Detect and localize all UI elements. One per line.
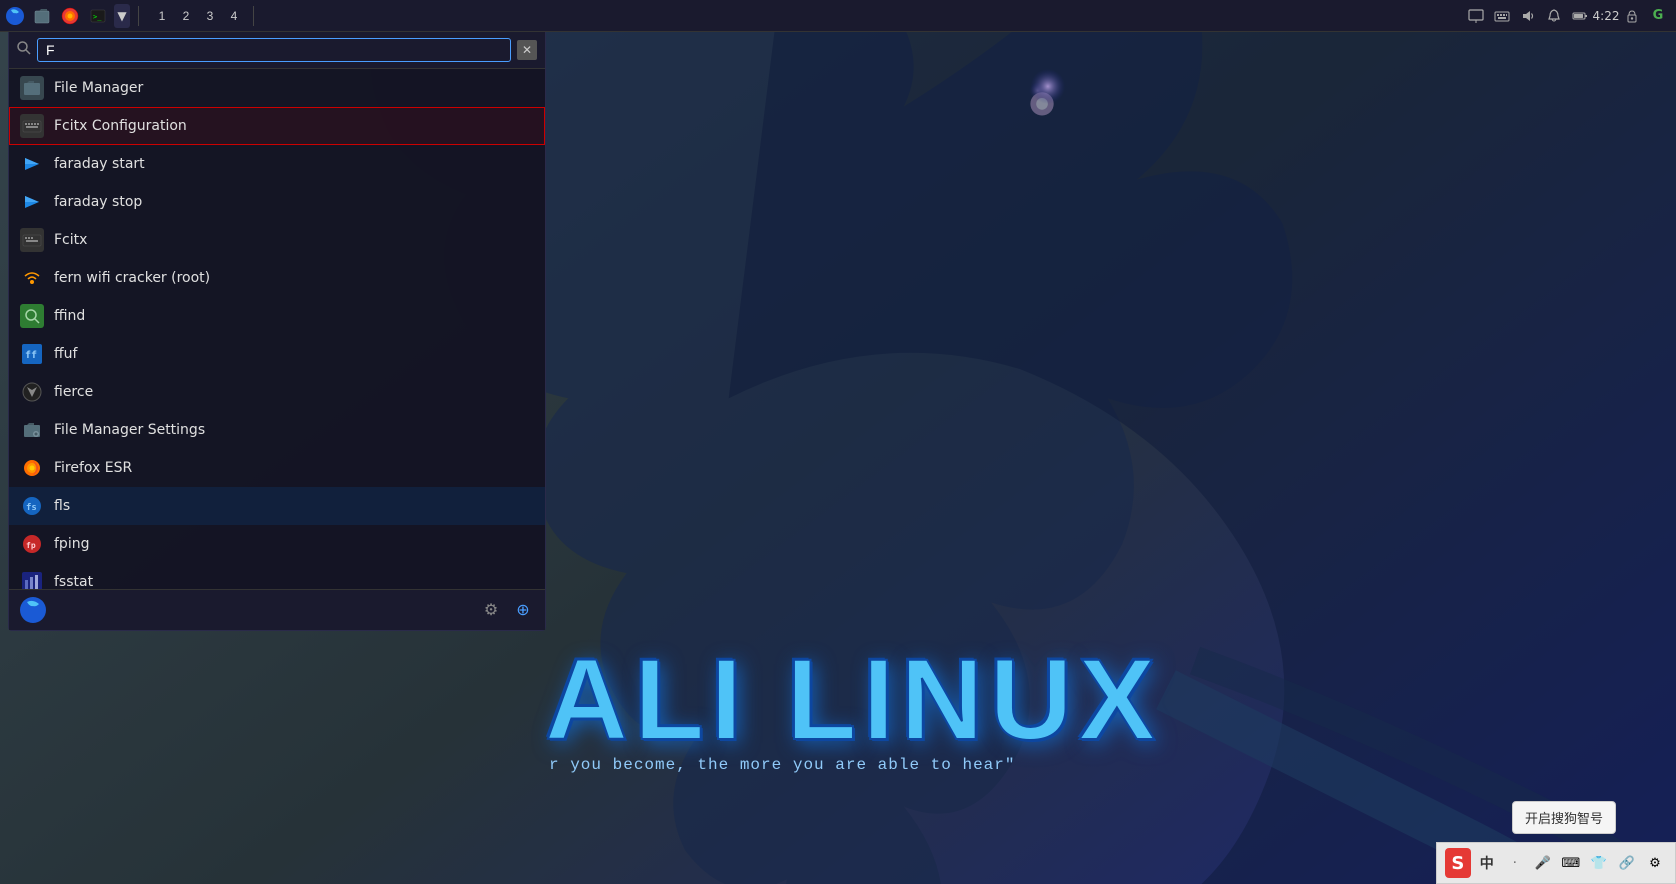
fsstat-icon bbox=[20, 570, 44, 589]
monitor-icon[interactable] bbox=[1466, 6, 1486, 26]
sogou-dot-btn[interactable]: · bbox=[1503, 849, 1527, 877]
sogou-ime-bar: S 中 · 🎤 ⌨ 👕 🔗 ⚙ bbox=[1436, 842, 1676, 884]
sogou-settings-btn[interactable]: ⚙ bbox=[1643, 849, 1667, 877]
taskbar: >_ ▼ 1 2 3 4 bbox=[0, 0, 1676, 32]
list-item[interactable]: File Manager Settings bbox=[9, 411, 545, 449]
taskbar-separator-1 bbox=[138, 6, 139, 26]
faraday-start-icon bbox=[20, 152, 44, 176]
svg-text:>_: >_ bbox=[93, 13, 102, 21]
app-name: ffuf bbox=[54, 346, 77, 362]
workspace-1-btn[interactable]: 1 bbox=[151, 5, 173, 27]
list-item[interactable]: faraday start bbox=[9, 145, 545, 183]
fern-wifi-icon bbox=[20, 266, 44, 290]
kali-text: ALI LINUX bbox=[545, 634, 1161, 766]
list-item[interactable]: fierce bbox=[9, 373, 545, 411]
taskbar-files-btn[interactable] bbox=[30, 4, 54, 28]
list-item[interactable]: ff ffuf bbox=[9, 335, 545, 373]
workspace-3-btn[interactable]: 3 bbox=[199, 5, 221, 27]
app-name: fsstat bbox=[54, 574, 93, 589]
fcitx-icon bbox=[20, 228, 44, 252]
launcher-settings-btn[interactable]: ⚙ bbox=[479, 598, 503, 622]
app-name: ffind bbox=[54, 308, 85, 324]
battery-icon[interactable] bbox=[1570, 6, 1590, 26]
search-icon bbox=[17, 41, 31, 59]
workspace-2-btn[interactable]: 2 bbox=[175, 5, 197, 27]
svg-text:fs: fs bbox=[26, 503, 37, 513]
sogou-tools-btn[interactable]: 🔗 bbox=[1615, 849, 1639, 877]
taskbar-browser-btn[interactable] bbox=[58, 4, 82, 28]
workspace-buttons: 1 2 3 4 bbox=[151, 5, 245, 27]
taskbar-dropdown-btn[interactable]: ▼ bbox=[114, 4, 130, 28]
launcher-kali-logo[interactable] bbox=[19, 596, 47, 624]
search-box: ✕ bbox=[9, 32, 545, 69]
app-name: fierce bbox=[54, 384, 93, 400]
launcher-refresh-btn[interactable]: ⊕ bbox=[511, 598, 535, 622]
list-item[interactable]: Fcitx bbox=[9, 221, 545, 259]
app-name: fping bbox=[54, 536, 89, 552]
app-name: fls bbox=[54, 498, 70, 514]
app-name: File Manager bbox=[54, 80, 143, 96]
faraday-stop-icon bbox=[20, 190, 44, 214]
user-icon[interactable]: G bbox=[1648, 6, 1668, 26]
kali-logo-button[interactable] bbox=[4, 5, 26, 27]
taskbar-terminal-btn[interactable]: >_ bbox=[86, 4, 110, 28]
sogou-popup: 开启搜狗智号 bbox=[1512, 801, 1616, 834]
fierce-icon bbox=[20, 380, 44, 404]
launcher-bottom-bar: ⚙ ⊕ bbox=[9, 589, 545, 630]
search-clear-button[interactable]: ✕ bbox=[517, 40, 537, 60]
list-item[interactable]: Fcitx Configuration bbox=[9, 107, 545, 145]
clock-display[interactable]: 4:22 bbox=[1596, 6, 1616, 26]
list-item[interactable]: fp fping bbox=[9, 525, 545, 563]
fls-icon: fs bbox=[20, 494, 44, 518]
sogou-popup-label: 开启搜狗智号 bbox=[1525, 812, 1603, 827]
app-list: File Manager Fcitx Configuration bbox=[9, 69, 545, 589]
app-launcher: ✕ File Manager bbox=[8, 32, 546, 631]
volume-icon[interactable] bbox=[1518, 6, 1538, 26]
keyboard-tray-icon[interactable] bbox=[1492, 6, 1512, 26]
list-item[interactable]: faraday stop bbox=[9, 183, 545, 221]
list-item[interactable]: fsstat bbox=[9, 563, 545, 589]
launcher-actions: ⚙ ⊕ bbox=[479, 598, 535, 622]
svg-text:ff: ff bbox=[25, 350, 37, 361]
app-name: fern wifi cracker (root) bbox=[54, 270, 210, 286]
fcitx-config-icon bbox=[20, 114, 44, 138]
file-manager-settings-icon bbox=[20, 418, 44, 442]
lock-icon[interactable] bbox=[1622, 6, 1642, 26]
app-name: Fcitx Configuration bbox=[54, 118, 187, 134]
app-name: File Manager Settings bbox=[54, 422, 205, 438]
app-name: Firefox ESR bbox=[54, 460, 132, 476]
list-item[interactable]: fern wifi cracker (root) bbox=[9, 259, 545, 297]
sogou-skin-btn[interactable]: 👕 bbox=[1587, 849, 1611, 877]
ffind-icon bbox=[20, 304, 44, 328]
firefox-icon bbox=[20, 456, 44, 480]
taskbar-left: >_ ▼ 1 2 3 4 bbox=[0, 4, 262, 28]
taskbar-separator-2 bbox=[253, 6, 254, 26]
fping-icon: fp bbox=[20, 532, 44, 556]
workspace-4-btn[interactable]: 4 bbox=[223, 5, 245, 27]
file-manager-icon bbox=[20, 76, 44, 100]
list-item[interactable]: Firefox ESR bbox=[9, 449, 545, 487]
list-item[interactable]: ffind bbox=[9, 297, 545, 335]
bell-icon[interactable] bbox=[1544, 6, 1564, 26]
svg-text:fp: fp bbox=[26, 541, 36, 550]
taskbar-right: 4:22 G bbox=[1458, 6, 1676, 26]
app-name: faraday stop bbox=[54, 194, 142, 210]
sogou-keyboard-btn[interactable]: ⌨ bbox=[1559, 849, 1583, 877]
app-name: Fcitx bbox=[54, 232, 87, 248]
sogou-logo-btn[interactable]: S bbox=[1445, 848, 1471, 878]
app-name: faraday start bbox=[54, 156, 145, 172]
ffuf-icon: ff bbox=[20, 342, 44, 366]
sogou-cn-btn[interactable]: 中 bbox=[1475, 849, 1499, 877]
search-input[interactable] bbox=[37, 38, 511, 62]
sogou-mic-btn[interactable]: 🎤 bbox=[1531, 849, 1555, 877]
kali-linux-logo: ALI LINUX r you become, the more you are… bbox=[545, 634, 1161, 774]
list-item[interactable]: File Manager bbox=[9, 69, 545, 107]
list-item[interactable]: fs fls bbox=[9, 487, 545, 525]
